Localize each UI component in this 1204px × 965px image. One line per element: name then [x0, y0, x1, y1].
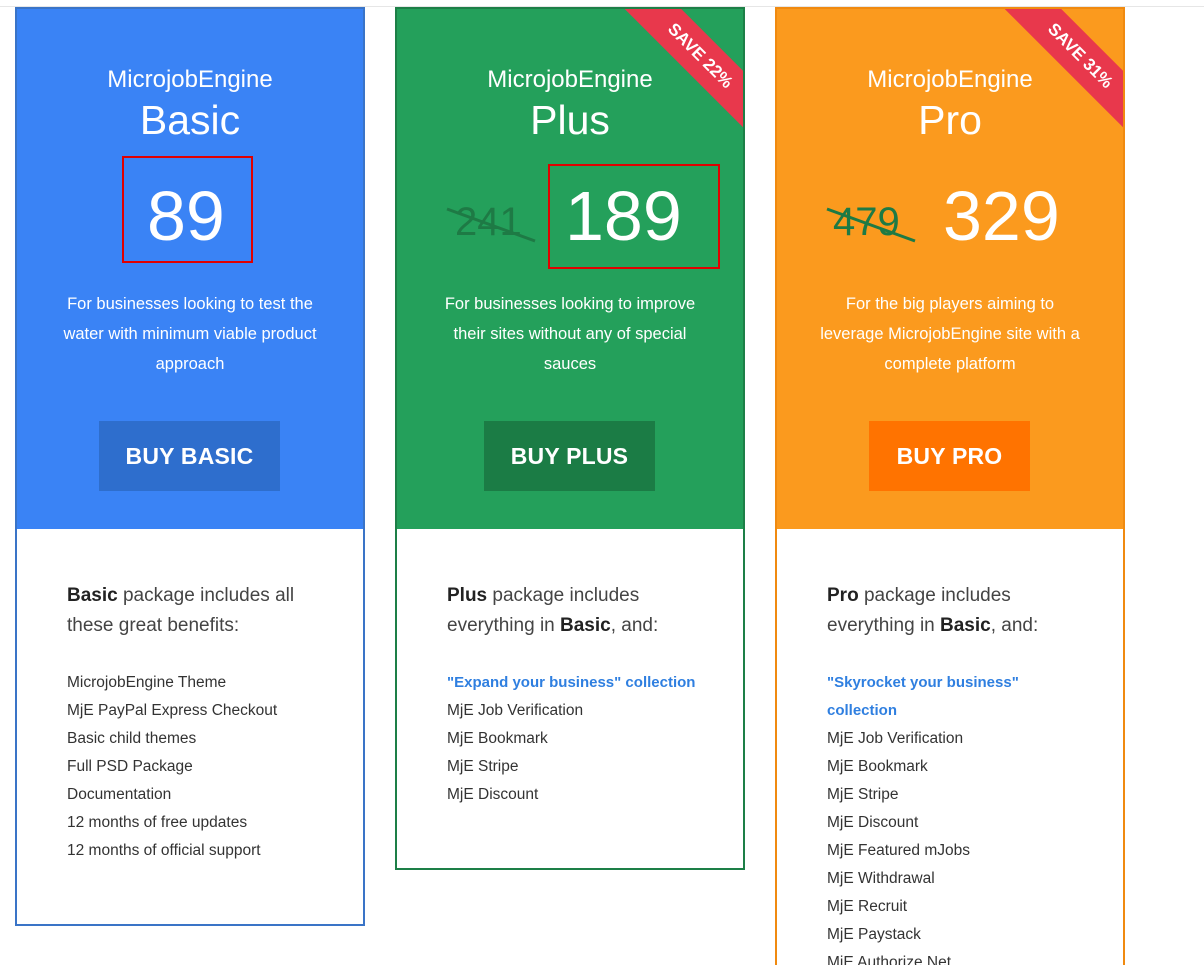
feature-list: "Expand your business" collection MjE Jo…	[447, 669, 743, 809]
plan-description: For the big players aiming to leverage M…	[820, 295, 1080, 373]
feature-item: MjE Authorize.Net	[827, 954, 952, 965]
pricing-card-pro: SAVE 31% MicrojobEngine Pro 479 329 For …	[775, 7, 1125, 965]
package-intro: Pro package includes everything in Basic…	[827, 581, 1077, 641]
package-reference: Basic	[940, 615, 991, 636]
feature-item: MjE Withdrawal	[827, 870, 935, 887]
feature-item: MjE Featured mJobs	[827, 842, 970, 859]
package-intro-suffix: , and:	[610, 615, 659, 636]
card-body-basic: Basic package includes all these great b…	[17, 529, 363, 865]
card-header-basic: MicrojobEngine Basic 89 For businesses l…	[17, 9, 363, 529]
pricing-card-plus: SAVE 22% MicrojobEngine Plus 241 189 For…	[395, 7, 745, 870]
feature-item: Full PSD Package	[67, 758, 193, 775]
buy-pro-button[interactable]: BUY PRO	[869, 421, 1030, 491]
original-price: 479	[833, 200, 900, 244]
feature-item: MjE Paystack	[827, 926, 921, 943]
feature-list: "Skyrocket your business" collection MjE…	[827, 669, 1123, 965]
feature-item: MjE Job Verification	[447, 702, 584, 719]
feature-item: MjE Job Verification	[827, 730, 964, 747]
package-reference: Basic	[560, 615, 611, 636]
feature-list: MicrojobEngine Theme MjE PayPal Express …	[67, 669, 363, 865]
feature-item: 12 months of free updates	[67, 814, 248, 831]
collection-link[interactable]: "Expand your business" collection	[447, 669, 743, 697]
original-price: 241	[455, 200, 522, 244]
card-body-pro: Pro package includes everything in Basic…	[777, 529, 1123, 965]
product-name: MicrojobEngine	[487, 66, 653, 93]
feature-item: MjE Recruit	[827, 898, 908, 915]
feature-item: MjE Stripe	[447, 758, 519, 775]
feature-item: MjE Discount	[827, 814, 919, 831]
buy-basic-button[interactable]: BUY BASIC	[99, 421, 280, 491]
feature-item: MjE Bookmark	[447, 730, 548, 747]
feature-item: Basic child themes	[67, 730, 197, 747]
feature-item: MjE Bookmark	[827, 758, 928, 775]
price-highlight-box	[548, 164, 720, 269]
plan-description: For businesses looking to improve their …	[444, 295, 696, 373]
feature-item: MjE Stripe	[827, 786, 899, 803]
feature-item: Documentation	[67, 786, 172, 803]
collection-link[interactable]: "Skyrocket your business" collection	[827, 669, 1027, 725]
package-intro: Plus package includes everything in Basi…	[447, 581, 697, 641]
pricing-card-basic: MicrojobEngine Basic 89 For businesses l…	[15, 7, 365, 926]
package-name: Basic	[67, 585, 118, 606]
card-header-plus: SAVE 22% MicrojobEngine Plus 241 189 For…	[397, 9, 743, 529]
feature-item: MjE PayPal Express Checkout	[67, 702, 278, 719]
buy-plus-button[interactable]: BUY PLUS	[484, 421, 655, 491]
package-intro: Basic package includes all these great b…	[67, 581, 317, 641]
tier-name: Basic	[139, 97, 241, 143]
feature-item: 12 months of official support	[67, 842, 261, 859]
product-name: MicrojobEngine	[867, 66, 1033, 93]
feature-item: MjE Discount	[447, 786, 539, 803]
tier-name: Plus	[530, 97, 610, 143]
price-highlight-box	[122, 156, 253, 263]
product-name: MicrojobEngine	[107, 66, 273, 93]
tier-name: Pro	[918, 97, 982, 143]
package-intro-suffix: , and:	[990, 615, 1039, 636]
package-name: Pro	[827, 585, 859, 606]
package-name: Plus	[447, 585, 488, 606]
feature-item: MicrojobEngine Theme	[67, 674, 227, 691]
card-body-plus: Plus package includes everything in Basi…	[397, 529, 743, 809]
card-header-pro: SAVE 31% MicrojobEngine Pro 479 329 For …	[777, 9, 1123, 529]
price: 329	[943, 177, 1060, 255]
plan-description: For businesses looking to test the water…	[63, 295, 317, 373]
